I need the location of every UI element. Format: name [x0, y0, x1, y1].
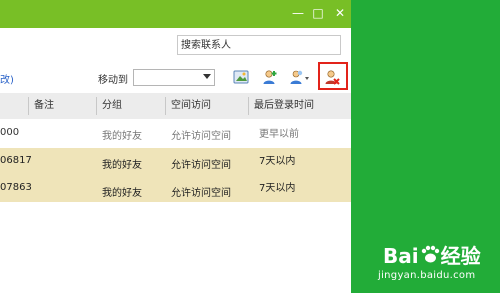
watermark-brand-suffix: 经验 [440, 244, 481, 268]
contact-group: 我的好友 [102, 160, 142, 171]
column-header-group[interactable]: 分组 [102, 93, 122, 119]
contact-space-access: 允许访问空间 [171, 188, 231, 199]
move-to-label: 移动到 [98, 75, 128, 86]
search-input[interactable]: 搜索联系人 [177, 35, 341, 55]
paw-icon [421, 245, 439, 263]
table-row[interactable]: 07863 我的好友 允许访问空间 7天以内 [0, 175, 351, 202]
table-row[interactable]: 06817 我的好友 允许访问空间 7天以内 [0, 148, 351, 175]
close-button[interactable]: ✕ [331, 5, 349, 21]
contact-manager-window: — □ ✕ 搜索联系人 改) 移动到 备注 分组 空间访问 最后登录时间 000… [0, 0, 351, 293]
column-header-note[interactable]: 备注 [34, 93, 54, 119]
add-friend-icon[interactable] [262, 69, 278, 85]
title-bar: — □ ✕ [0, 0, 351, 28]
move-to-select[interactable] [133, 69, 215, 86]
table-header: 备注 分组 空间访问 最后登录时间 [0, 93, 351, 119]
contact-group: 我的好友 [102, 131, 142, 142]
column-separator [96, 97, 97, 115]
contact-space-access: 允许访问空间 [171, 160, 231, 171]
contact-last-login: 更早以前 [259, 129, 299, 140]
column-header-last-login[interactable]: 最后登录时间 [254, 93, 314, 119]
contact-id: 06817 [0, 155, 32, 166]
column-separator [248, 97, 249, 115]
contact-group: 我的好友 [102, 188, 142, 199]
delete-friend-highlight-box [318, 62, 348, 90]
contact-id: 000 [0, 127, 20, 138]
picture-icon[interactable] [233, 69, 249, 85]
table-row[interactable]: 000 我的好友 允许访问空间 更早以前 [0, 120, 351, 147]
minimize-button[interactable]: — [289, 5, 307, 21]
contact-space-access: 允许访问空间 [171, 131, 231, 142]
toolbar: 改) 移动到 [0, 64, 351, 92]
watermark-url: jingyan.baidu.com [378, 270, 476, 281]
friend-group-icon[interactable] [288, 69, 310, 85]
column-separator [28, 97, 29, 115]
chevron-down-icon [203, 74, 211, 79]
baidu-jingyan-watermark: Bai 经验 [383, 240, 481, 269]
search-bar: 搜索联系人 [0, 28, 351, 65]
edit-link[interactable]: 改) [0, 71, 14, 86]
contact-last-login: 7天以内 [259, 156, 296, 167]
column-header-space-access[interactable]: 空间访问 [171, 93, 211, 119]
column-separator [165, 97, 166, 115]
contact-last-login: 7天以内 [259, 183, 296, 194]
contact-id: 07863 [0, 182, 32, 193]
maximize-button[interactable]: □ [309, 5, 327, 21]
watermark-brand: Bai [383, 244, 419, 268]
